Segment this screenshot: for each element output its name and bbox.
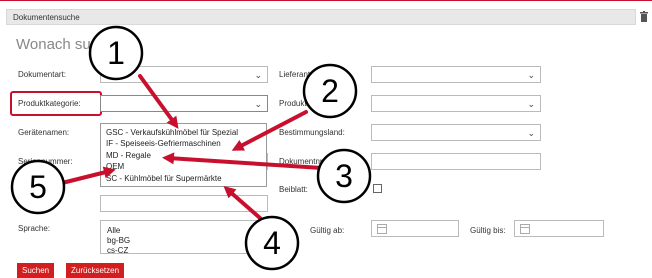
callout-number-5: 5	[29, 169, 47, 205]
callout-number-2: 2	[321, 73, 339, 109]
annotation-overlay: 1 2 3 4 5	[10, 25, 372, 271]
callout-number-1: 1	[107, 35, 125, 71]
callout-number-4: 4	[263, 225, 281, 261]
arrow-4	[223, 186, 262, 220]
callout-number-3: 3	[335, 158, 353, 194]
arrow-5	[60, 166, 116, 185]
arrow-3	[162, 152, 324, 170]
arrow-1	[138, 74, 179, 129]
callout-arrows	[60, 74, 324, 220]
arrow-2	[231, 110, 308, 151]
callout-circles	[10, 25, 372, 271]
